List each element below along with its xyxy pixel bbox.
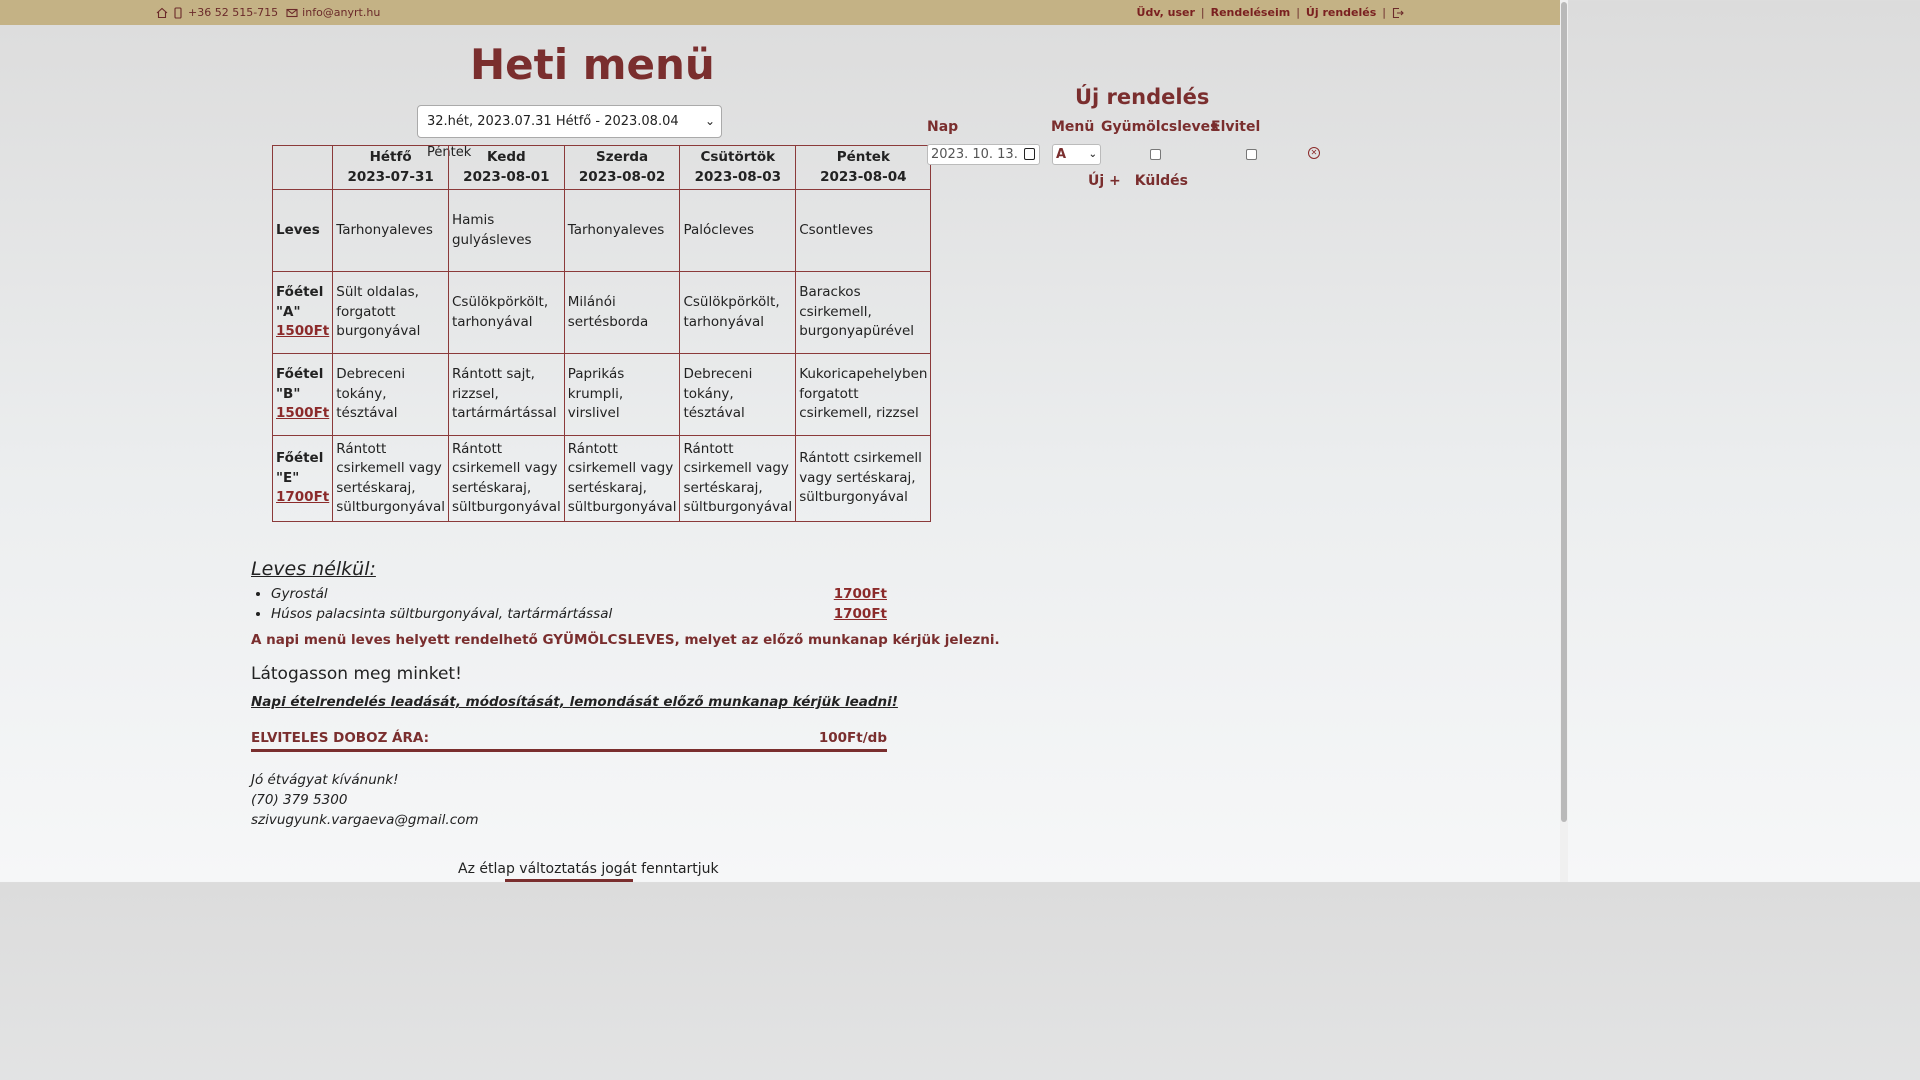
row-label: Főétel "A" 1500Ft	[271, 271, 334, 354]
deadline-notice: Napi ételrendelés leadását, módosítását,…	[251, 694, 898, 710]
phone-icon	[174, 6, 182, 19]
menu-cell: Debreceni tokány, tésztával	[332, 353, 449, 436]
row-label: Főétel "E" 1700Ft	[271, 435, 334, 522]
table-row: Főétel "A" 1500Ft Sült oldalas, forgatott…	[271, 271, 932, 354]
day-header: Péntek 2023-08-04	[795, 145, 932, 190]
takeaway-box-price: ELVITELES DOBOZ ÁRA: 100Ft/db	[251, 730, 887, 752]
header-takeaway: Elvitel	[1211, 119, 1261, 135]
user-greeting-link[interactable]: Üdv, user	[1137, 6, 1195, 19]
remove-row-icon[interactable]: ✕	[1308, 147, 1320, 159]
no-soup-title: Leves nélkül:	[251, 558, 376, 580]
footer-info: Jó étvágyat kívánunk! (70) 379 5300 sziv…	[251, 770, 479, 830]
date-input[interactable]: 2023. 10. 13.	[927, 144, 1040, 165]
table-row: Főétel "B" 1500Ft Debreceni tokány, tészt…	[271, 353, 932, 436]
top-bar: +36 52 515-715 info@anyrt.hu Üdv, user |…	[0, 0, 1560, 25]
price-link[interactable]: 1700Ft	[276, 489, 329, 505]
mail-icon	[286, 8, 298, 17]
header-day: Nap	[927, 119, 959, 135]
table-corner	[271, 145, 334, 190]
scrollbar-thumb[interactable]	[1561, 2, 1567, 822]
footer-email: szivugyunk.vargaeva@gmail.com	[251, 812, 479, 828]
menu-cell: Rántott csirkemell vagy sertéskaraj, sül…	[795, 435, 932, 522]
menu-cell: Csülökpörkölt, tarhonyával	[679, 271, 797, 354]
menu-cell: Sült oldalas, forgatott burgonyával	[332, 271, 449, 354]
logout-icon[interactable]	[1392, 7, 1404, 19]
reserve-rights-text: Az étlap változtatás jogát fenntartjuk	[458, 861, 719, 877]
day-header: Csütörtök 2023-08-03	[679, 145, 797, 190]
chevron-down-icon: ⌄	[704, 114, 715, 128]
scrollbar[interactable]	[1560, 0, 1568, 882]
menu-cell: Rántott csirkemell vagy sertéskaraj, sül…	[563, 435, 681, 522]
footer-greeting: Jó étvágyat kívánunk!	[251, 772, 399, 788]
user-nav: Üdv, user | Rendeléseim | Új rendelés |	[1137, 6, 1404, 19]
weekly-menu-table: Hétfő 2023-07-31 Kedd 2023-08-01 Szerda 202…	[271, 145, 932, 522]
menu-cell: Rántott csirkemell vagy sertéskaraj, sül…	[679, 435, 797, 522]
box-label: ELVITELES DOBOZ ÁRA:	[251, 730, 429, 746]
menu-cell: Milánói sertésborda	[563, 271, 681, 354]
day-header: Kedd 2023-08-01	[447, 145, 565, 190]
row-label: Leves	[271, 189, 334, 272]
nav-separator: |	[1200, 6, 1205, 19]
week-select[interactable]: 32.hét, 2023.07.31 Hétfő - 2023.08.04 Pé…	[417, 105, 722, 160]
divider	[505, 879, 633, 882]
new-order-link[interactable]: Új rendelés	[1306, 6, 1376, 19]
new-order-title: Új rendelés	[1075, 85, 1210, 109]
day-header: Hétfő 2023-07-31	[332, 145, 449, 190]
menu-cell: Barackos csirkemell, burgonyapürével	[795, 271, 932, 354]
header-fruit-soup: Gyümölcsleves	[1101, 119, 1219, 135]
nav-separator: |	[1382, 6, 1386, 19]
menu-select-value: A	[1056, 147, 1067, 162]
menu-cell: Rántott sajt, rizzsel, tartármártással	[447, 353, 565, 436]
order-row: 2023. 10. 13. A ⌄ ✕	[922, 143, 1332, 167]
day-header: Szerda 2023-08-02	[563, 145, 681, 190]
fruit-soup-notice: A napi menü leves helyett rendelhető GYÜ…	[251, 632, 1000, 648]
chevron-down-icon: ⌄	[1088, 149, 1097, 160]
row-label: Főétel "B" 1500Ft	[271, 353, 334, 436]
list-item: Húsos palacsinta sültburgonyával, tartár…	[271, 604, 887, 624]
menu-cell: Kukoricapehelyben forgatott csirkemell, …	[795, 353, 932, 436]
menu-select[interactable]: A ⌄	[1052, 144, 1101, 165]
contact-phone: +36 52 515-715	[188, 6, 279, 19]
no-soup-section: Leves nélkül: Gyrostál1700Ft Húsos palac…	[251, 558, 887, 624]
menu-cell: Hamis gulyásleves	[447, 189, 565, 272]
visit-text: Látogasson meg minket!	[251, 664, 462, 684]
fruit-soup-checkbox[interactable]	[1150, 149, 1161, 160]
price-link[interactable]: 1700Ft	[834, 584, 887, 604]
add-row-button[interactable]: Új +	[1088, 173, 1121, 189]
nav-separator: |	[1296, 6, 1300, 19]
calendar-icon[interactable]	[1024, 148, 1035, 160]
price-link[interactable]: 1500Ft	[276, 405, 329, 421]
table-row: Főétel "E" 1700Ft Rántott csirkemell vagy…	[271, 435, 932, 522]
my-orders-link[interactable]: Rendeléseim	[1211, 6, 1291, 19]
home-icon[interactable]	[156, 7, 168, 19]
price-link[interactable]: 1500Ft	[276, 323, 329, 339]
menu-cell: Csülökpörkölt, tarhonyával	[447, 271, 565, 354]
menu-cell: Rántott csirkemell vagy sertéskaraj, sül…	[447, 435, 565, 522]
no-soup-list: Gyrostál1700Ft Húsos palacsinta sültburg…	[251, 584, 887, 624]
order-actions: Új + Küldés	[1088, 173, 1188, 189]
date-value: 2023. 10. 13.	[931, 147, 1018, 162]
page-title: Heti menü	[470, 40, 715, 89]
menu-cell: Tarhonyaleves	[332, 189, 449, 272]
header-menu: Menü	[1051, 119, 1095, 135]
list-item: Gyrostál1700Ft	[271, 584, 887, 604]
table-row: Leves Tarhonyaleves Hamis gulyásleves Ta…	[271, 189, 932, 272]
contact-info: +36 52 515-715 info@anyrt.hu	[156, 6, 380, 19]
menu-cell: Debreceni tokány, tésztával	[679, 353, 797, 436]
contact-email[interactable]: info@anyrt.hu	[302, 6, 380, 19]
footer-phone: (70) 379 5300	[251, 792, 348, 808]
menu-cell: Palócleves	[679, 189, 797, 272]
menu-cell: Csontleves	[795, 189, 932, 272]
send-button[interactable]: Küldés	[1135, 173, 1188, 189]
takeaway-checkbox[interactable]	[1246, 149, 1257, 160]
box-price: 100Ft/db	[818, 730, 887, 746]
price-link[interactable]: 1700Ft	[834, 604, 887, 624]
menu-cell: Rántott csirkemell vagy sertéskaraj, sül…	[332, 435, 449, 522]
menu-cell: Paprikás krumpli, virslivel	[563, 353, 681, 436]
menu-cell: Tarhonyaleves	[563, 189, 681, 272]
